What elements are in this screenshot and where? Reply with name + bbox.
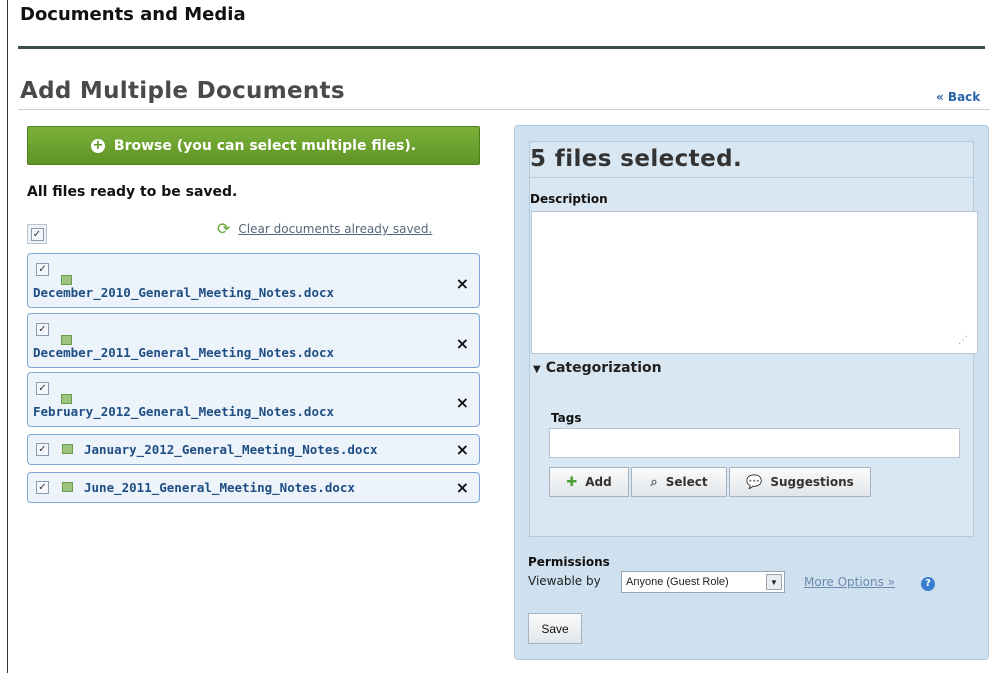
file-checkbox[interactable]: ✓: [36, 443, 49, 456]
file-name: June_2011_General_Meeting_Notes.docx: [84, 480, 355, 495]
file-name: December_2011_General_Meeting_Notes.docx: [33, 345, 335, 360]
upload-status: All files ready to be saved.: [27, 184, 238, 200]
tags-label: Tags: [551, 411, 582, 425]
document-icon: [61, 275, 72, 285]
select-all-checkbox[interactable]: ✓: [27, 224, 47, 244]
clear-saved-control: ⟳ Clear documents already saved.: [217, 219, 432, 238]
description-label: Description: [530, 192, 608, 206]
add-tag-button[interactable]: ✚ Add: [549, 467, 629, 497]
triangle-down-icon: ▼: [533, 364, 541, 375]
browse-button-label: Browse (you can select multiple files).: [113, 137, 417, 154]
file-item: ✓ December_2010_General_Meeting_Notes.do…: [27, 253, 480, 308]
section-divider: [18, 109, 990, 110]
clear-saved-link[interactable]: Clear documents already saved.: [238, 222, 432, 236]
close-icon[interactable]: ×: [456, 442, 469, 458]
plus-icon: ✚: [566, 474, 578, 490]
categorization-toggle[interactable]: ▼ Categorization: [533, 360, 662, 376]
file-checkbox[interactable]: ✓: [36, 481, 49, 494]
tag-actions: ✚ Add ⌕ Select 💬 Suggestions: [549, 467, 871, 497]
close-icon[interactable]: ×: [456, 336, 469, 352]
add-tag-label: Add: [585, 475, 612, 489]
back-link[interactable]: « Back: [936, 90, 980, 104]
heading-divider: [530, 177, 974, 178]
plus-circle-icon: +: [90, 137, 105, 153]
document-icon: [61, 394, 72, 404]
categorization-label: Categorization: [545, 360, 662, 376]
file-item: ✓ February_2012_General_Meeting_Notes.do…: [27, 372, 480, 427]
file-name: February_2012_General_Meeting_Notes.docx: [33, 404, 335, 419]
speech-bubble-icon: 💬: [746, 474, 763, 490]
title-divider: [18, 46, 985, 49]
resize-grip-icon[interactable]: ⋰: [958, 335, 968, 346]
app-title: Documents and Media: [20, 4, 246, 25]
chevron-down-icon: ▼: [766, 574, 782, 590]
viewable-by-select[interactable]: Anyone (Guest Role) ▼: [621, 571, 785, 593]
file-checkbox[interactable]: ✓: [36, 323, 49, 336]
file-item: ✓ December_2011_General_Meeting_Notes.do…: [27, 313, 480, 368]
document-icon: [62, 444, 73, 454]
save-button[interactable]: Save: [528, 613, 582, 644]
select-tag-button[interactable]: ⌕ Select: [631, 467, 727, 497]
search-icon: ⌕: [650, 474, 658, 490]
file-item: ✓ June_2011_General_Meeting_Notes.docx ×: [27, 472, 480, 503]
suggestions-button[interactable]: 💬 Suggestions: [729, 467, 871, 497]
frame-border: [7, 0, 8, 673]
page-title: Add Multiple Documents: [20, 78, 345, 104]
description-field[interactable]: [531, 211, 978, 354]
files-selected-heading: 5 files selected.: [530, 146, 743, 172]
file-name: December_2010_General_Meeting_Notes.docx: [33, 285, 335, 300]
tags-input[interactable]: [549, 428, 960, 458]
viewable-by-label: Viewable by: [528, 574, 601, 588]
close-icon[interactable]: ×: [456, 395, 469, 411]
file-checkbox[interactable]: ✓: [36, 382, 49, 395]
checkbox: ✓: [30, 227, 44, 241]
more-options-link[interactable]: More Options »: [804, 575, 895, 589]
suggestions-label: Suggestions: [770, 475, 854, 489]
refresh-icon: ⟳: [217, 219, 231, 238]
select-tag-label: Select: [665, 475, 708, 489]
close-icon[interactable]: ×: [456, 276, 469, 292]
document-icon: [62, 482, 73, 492]
close-icon[interactable]: ×: [456, 480, 469, 496]
file-name: January_2012_General_Meeting_Notes.docx: [84, 442, 378, 457]
file-item: ✓ January_2012_General_Meeting_Notes.doc…: [27, 434, 480, 465]
help-icon[interactable]: ?: [921, 577, 935, 591]
document-icon: [61, 335, 72, 345]
viewable-by-value: Anyone (Guest Role): [626, 576, 729, 588]
permissions-label: Permissions: [528, 555, 610, 569]
browse-button[interactable]: + Browse (you can select multiple files)…: [27, 126, 480, 165]
file-checkbox[interactable]: ✓: [36, 263, 49, 276]
